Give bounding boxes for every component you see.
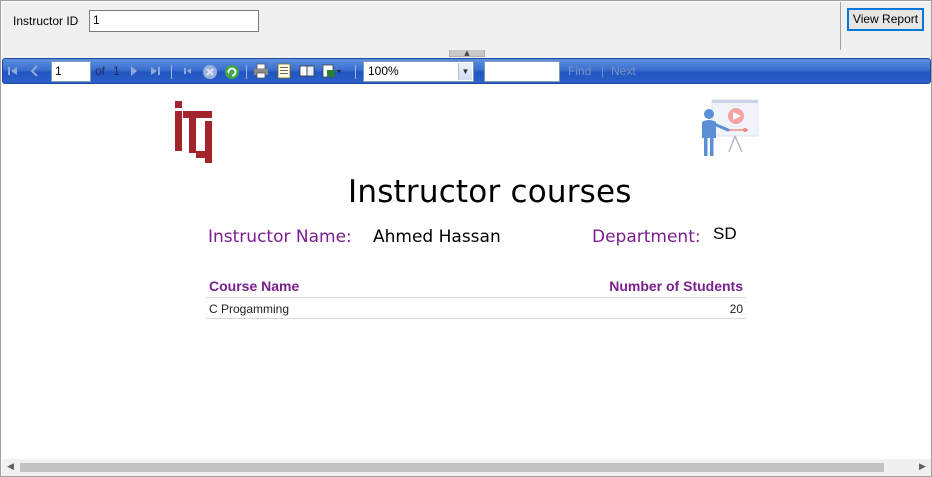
course-name-header: Course Name bbox=[209, 278, 300, 294]
report-title: Instructor courses bbox=[348, 174, 632, 210]
scroll-left-icon[interactable]: ◀ bbox=[2, 459, 19, 476]
courses-table: Course Name Number of Students C Progamm… bbox=[206, 274, 746, 319]
department-label: Department: bbox=[592, 227, 701, 247]
scroll-right-icon[interactable]: ▶ bbox=[914, 459, 931, 476]
collapse-parameters-handle[interactable]: ▲ bbox=[449, 50, 485, 57]
export-icon[interactable] bbox=[322, 63, 341, 79]
find-link[interactable]: Find bbox=[568, 64, 591, 78]
next-page-icon[interactable] bbox=[127, 64, 141, 78]
refresh-icon[interactable] bbox=[224, 64, 239, 79]
scrollbar-thumb[interactable] bbox=[20, 463, 884, 472]
instructor-id-input[interactable]: 1 bbox=[89, 10, 259, 32]
last-page-icon[interactable] bbox=[148, 64, 162, 78]
students-count-cell: 20 bbox=[729, 302, 743, 316]
presentation-teacher-icon bbox=[702, 99, 759, 156]
next-link[interactable]: Next bbox=[611, 64, 636, 78]
toolbar-separator bbox=[171, 65, 172, 79]
zoom-value: 100% bbox=[368, 64, 399, 78]
first-page-icon[interactable] bbox=[6, 64, 20, 78]
parameter-splitter: ▲ bbox=[2, 50, 931, 58]
horizontal-scrollbar[interactable]: ◀ ▶ bbox=[2, 459, 931, 476]
instructor-name-value: Ahmed Hassan bbox=[373, 227, 501, 247]
previous-page-icon[interactable] bbox=[28, 64, 42, 78]
table-header: Course Name Number of Students bbox=[206, 274, 746, 298]
department-value: SD bbox=[713, 224, 737, 243]
report-viewer-window: Instructor ID 1 View Report ▲ 1 of 1 100… bbox=[0, 0, 932, 477]
number-of-students-header: Number of Students bbox=[609, 278, 743, 294]
zoom-select[interactable]: 100% ▼ bbox=[363, 61, 474, 82]
print-layout-icon[interactable] bbox=[276, 63, 292, 79]
course-name-cell: C Progamming bbox=[209, 302, 290, 316]
parameter-area: Instructor ID 1 bbox=[2, 2, 840, 50]
instructor-id-label: Instructor ID bbox=[13, 14, 79, 28]
report-toolbar: 1 of 1 100% ▼ Find | Next bbox=[2, 58, 931, 84]
view-report-button[interactable]: View Report bbox=[847, 8, 924, 31]
view-report-area: View Report bbox=[840, 2, 931, 50]
page-setup-icon[interactable] bbox=[299, 63, 315, 79]
iti-logo bbox=[175, 101, 212, 163]
stop-icon[interactable] bbox=[202, 64, 217, 79]
report-body: Instructor courses Instructor Name: Ahme… bbox=[2, 84, 931, 459]
instructor-name-label: Instructor Name: bbox=[208, 227, 352, 247]
find-separator: | bbox=[601, 64, 605, 78]
total-pages: 1 bbox=[113, 64, 120, 78]
chevron-down-icon[interactable]: ▼ bbox=[458, 63, 472, 80]
of-label: of bbox=[95, 64, 106, 78]
table-row: C Progamming 20 bbox=[206, 298, 746, 319]
toolbar-separator bbox=[355, 65, 356, 79]
back-icon[interactable] bbox=[181, 64, 195, 78]
current-page-input[interactable]: 1 bbox=[51, 61, 91, 82]
find-input[interactable] bbox=[484, 61, 560, 82]
print-icon[interactable] bbox=[253, 63, 269, 79]
toolbar-separator bbox=[246, 65, 247, 79]
